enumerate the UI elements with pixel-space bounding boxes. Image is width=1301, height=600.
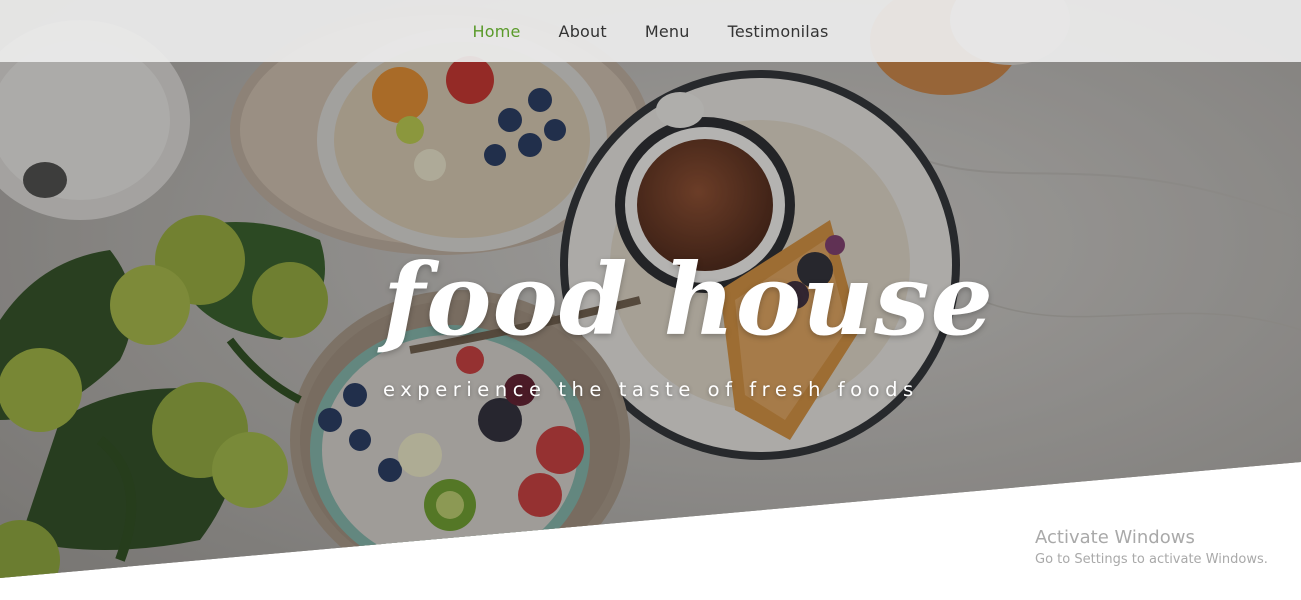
page: Home About Menu Testimonilas food house …: [0, 0, 1301, 600]
nav-links: Home About Menu Testimonilas: [453, 22, 847, 41]
activate-windows-watermark: Activate Windows Go to Settings to activ…: [1035, 526, 1268, 570]
watermark-subtitle: Go to Settings to activate Windows.: [1035, 552, 1268, 567]
nav-link-about[interactable]: About: [540, 22, 626, 41]
nav-link-home[interactable]: Home: [453, 22, 539, 41]
nav-link-menu[interactable]: Menu: [626, 22, 709, 41]
nav-link-testimonials[interactable]: Testimonilas: [709, 22, 848, 41]
navbar: Home About Menu Testimonilas: [0, 0, 1301, 62]
hero-text: food house experience the taste of fresh…: [0, 0, 1301, 600]
hero-tagline: experience the taste of fresh foods: [383, 378, 919, 401]
watermark-title: Activate Windows: [1035, 527, 1195, 548]
hero-title: food house: [383, 243, 994, 358]
